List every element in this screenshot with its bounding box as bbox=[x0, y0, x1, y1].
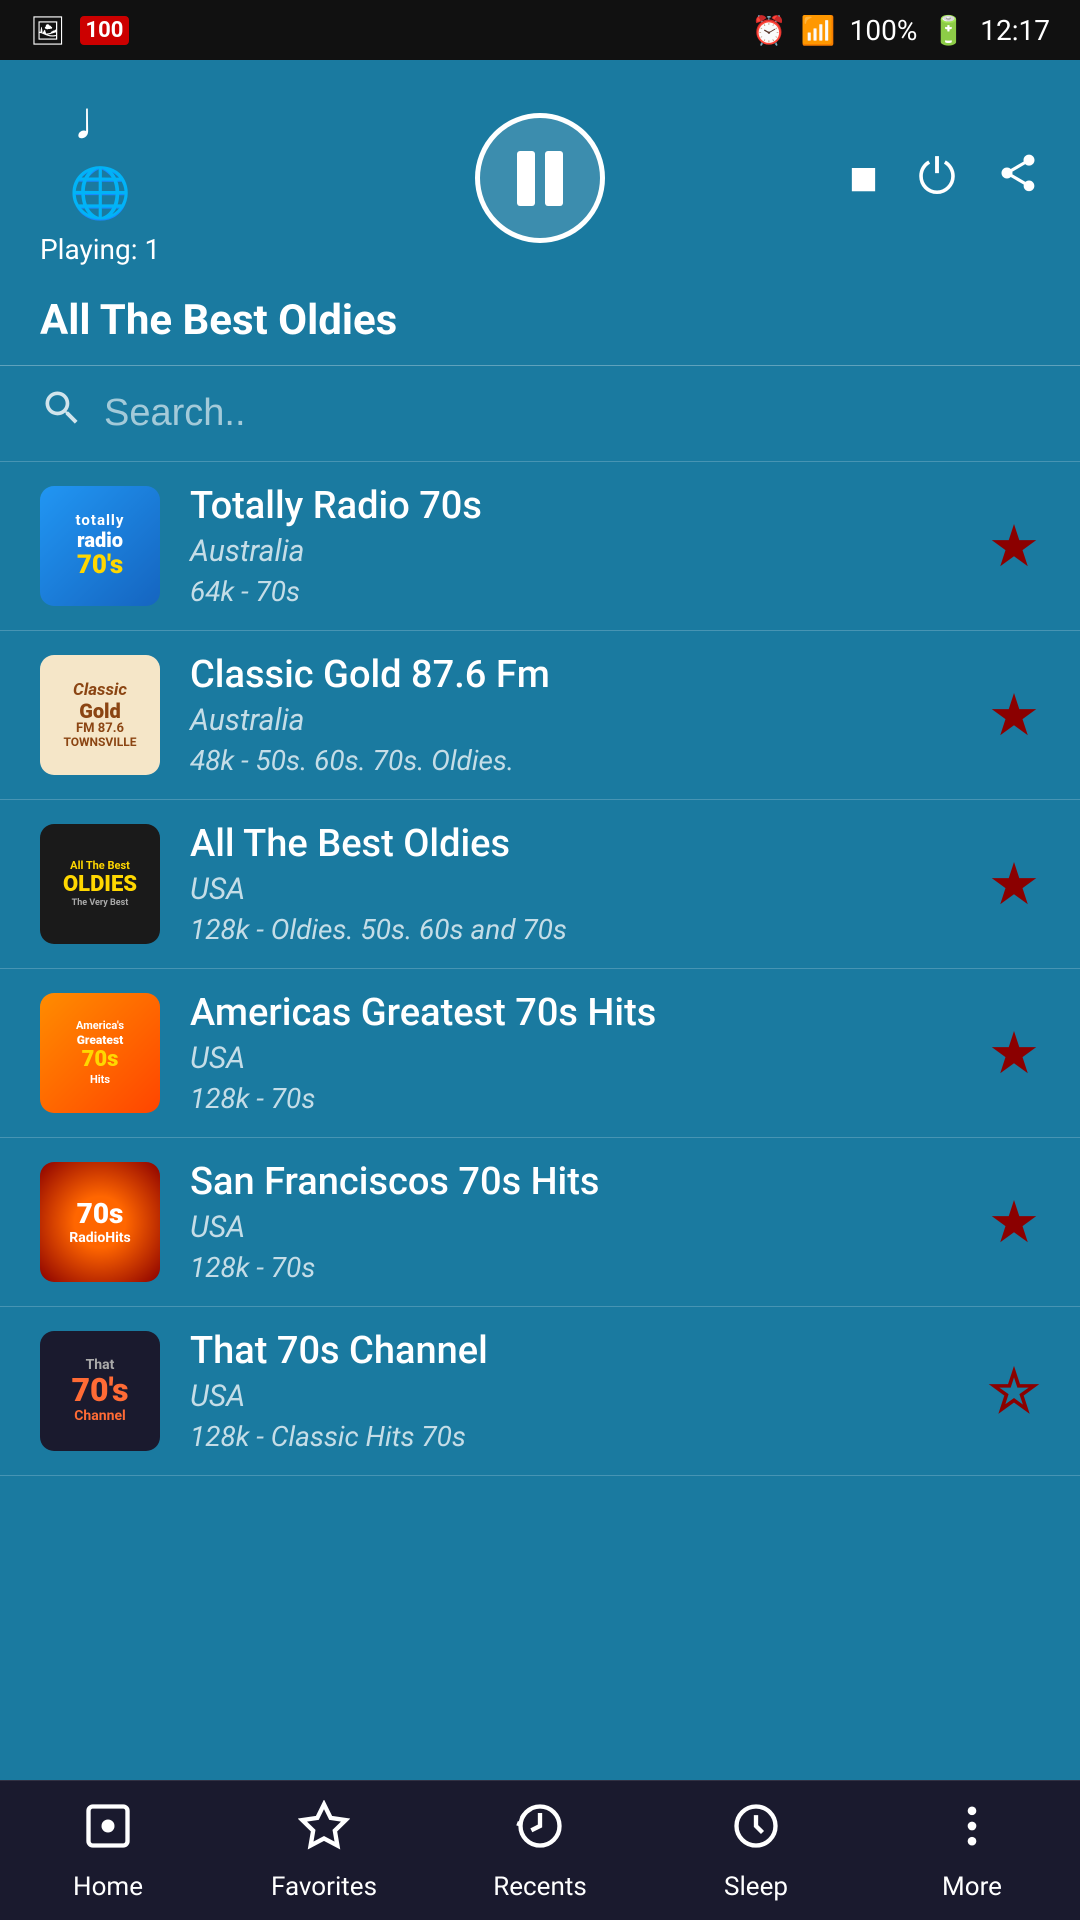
station-info: All The Best Oldies USA 128k - Oldies. 5… bbox=[190, 822, 958, 946]
radio-item[interactable]: ClassicGoldFM 87.6TOWNSVILLE Classic Gol… bbox=[0, 631, 1080, 800]
station-country: USA bbox=[190, 1041, 958, 1076]
radio-item[interactable]: 70sRadioHits San Franciscos 70s Hits USA… bbox=[0, 1138, 1080, 1307]
power-button[interactable]: ⏻ bbox=[918, 150, 956, 206]
station-name: That 70s Channel bbox=[190, 1329, 958, 1373]
stop-button[interactable]: ■ bbox=[849, 151, 878, 206]
nav-favorites[interactable]: Favorites bbox=[249, 1800, 399, 1902]
pause-bar-left bbox=[517, 151, 535, 206]
alarm-icon: ⏰ bbox=[752, 14, 787, 47]
radio-item[interactable]: America'sGreatest70sHits Americas Greate… bbox=[0, 969, 1080, 1138]
favorites-icon bbox=[298, 1800, 350, 1864]
time-display: 12:17 bbox=[980, 14, 1050, 47]
station-name: Classic Gold 87.6 Fm bbox=[190, 653, 958, 697]
radio-item[interactable]: That70'sChannel That 70s Channel USA 128… bbox=[0, 1307, 1080, 1476]
station-logo: 70sRadioHits bbox=[40, 1162, 160, 1282]
station-country: USA bbox=[190, 1210, 958, 1245]
station-meta: 128k - 70s bbox=[190, 1082, 958, 1115]
pause-bar-right bbox=[545, 151, 563, 206]
station-logo: America'sGreatest70sHits bbox=[40, 993, 160, 1113]
playing-label: Playing: 1 bbox=[40, 233, 160, 266]
share-button[interactable] bbox=[996, 151, 1040, 206]
station-name: San Franciscos 70s Hits bbox=[190, 1160, 958, 1204]
station-logo: totallyradio70's bbox=[40, 486, 160, 606]
favorite-star[interactable]: ★ bbox=[988, 1019, 1040, 1087]
favorite-star[interactable]: ★ bbox=[988, 1188, 1040, 1256]
search-icon bbox=[40, 386, 84, 441]
radio-item[interactable]: All The BestOLDIESThe Very Best All The … bbox=[0, 800, 1080, 969]
station-info: Americas Greatest 70s Hits USA 128k - 70… bbox=[190, 991, 958, 1115]
station-logo: That70'sChannel bbox=[40, 1331, 160, 1451]
battery-icon: 🔋 bbox=[931, 14, 966, 47]
nav-recents[interactable]: Recents bbox=[465, 1800, 615, 1902]
player-header: ♩ 🌐 Playing: 1 ■ ⏻ bbox=[0, 60, 1080, 286]
station-info: San Franciscos 70s Hits USA 128k - 70s bbox=[190, 1160, 958, 1284]
nav-recents-label: Recents bbox=[493, 1872, 587, 1902]
home-icon bbox=[82, 1800, 134, 1864]
music-note-icon: ♩ bbox=[73, 90, 127, 153]
search-bar bbox=[0, 366, 1080, 462]
station-name: Americas Greatest 70s Hits bbox=[190, 991, 958, 1035]
station-meta: 128k - 70s bbox=[190, 1251, 958, 1284]
nav-sleep[interactable]: Sleep bbox=[681, 1800, 831, 1902]
nav-home-label: Home bbox=[73, 1872, 143, 1902]
favorite-star[interactable]: ★ bbox=[988, 681, 1040, 749]
station-country: USA bbox=[190, 1379, 958, 1414]
radio-list: totallyradio70's Totally Radio 70s Austr… bbox=[0, 462, 1080, 1780]
main-content: ♩ 🌐 Playing: 1 ■ ⏻ All The Best Oldie bbox=[0, 60, 1080, 1780]
nav-sleep-label: Sleep bbox=[724, 1872, 788, 1902]
nav-home[interactable]: Home bbox=[33, 1800, 183, 1902]
station-country: Australia bbox=[190, 534, 958, 569]
radio-item[interactable]: totallyradio70's Totally Radio 70s Austr… bbox=[0, 462, 1080, 631]
status-bar: 🖼 100 ⏰ 📶 100% 🔋 12:17 bbox=[0, 0, 1080, 60]
player-center bbox=[475, 113, 605, 243]
sleep-icon bbox=[730, 1800, 782, 1864]
nav-more-label: More bbox=[942, 1872, 1002, 1902]
station-name: Totally Radio 70s bbox=[190, 484, 958, 528]
nav-favorites-label: Favorites bbox=[271, 1872, 377, 1902]
globe-icon: 🌐 bbox=[69, 165, 131, 223]
wifi-icon: 📶 bbox=[801, 14, 836, 47]
signal-strength: 100% bbox=[850, 14, 918, 47]
station-meta: 128k - Oldies. 50s. 60s and 70s bbox=[190, 913, 958, 946]
station-name: All The Best Oldies bbox=[190, 822, 958, 866]
station-meta: 64k - 70s bbox=[190, 575, 958, 608]
station-meta: 128k - Classic Hits 70s bbox=[190, 1420, 958, 1453]
station-meta: 48k - 50s. 60s. 70s. Oldies. bbox=[190, 744, 958, 777]
station-country: USA bbox=[190, 872, 958, 907]
photo-icon: 🖼 bbox=[30, 14, 66, 47]
favorite-star[interactable]: ★ bbox=[988, 850, 1040, 918]
radio-app-icon: 100 bbox=[80, 16, 130, 45]
station-logo: All The BestOLDIESThe Very Best bbox=[40, 824, 160, 944]
more-icon bbox=[946, 1800, 998, 1864]
current-station-title: All The Best Oldies bbox=[40, 296, 1040, 345]
favorite-star[interactable]: ☆ bbox=[988, 1357, 1040, 1425]
favorite-star[interactable]: ★ bbox=[988, 512, 1040, 580]
pause-button[interactable] bbox=[475, 113, 605, 243]
search-input[interactable] bbox=[104, 392, 1040, 435]
player-left: ♩ 🌐 Playing: 1 bbox=[40, 90, 160, 266]
recents-icon bbox=[514, 1800, 566, 1864]
station-info: That 70s Channel USA 128k - Classic Hits… bbox=[190, 1329, 958, 1453]
station-title-bar: All The Best Oldies bbox=[0, 286, 1080, 366]
station-logo: ClassicGoldFM 87.6TOWNSVILLE bbox=[40, 655, 160, 775]
station-info: Totally Radio 70s Australia 64k - 70s bbox=[190, 484, 958, 608]
station-info: Classic Gold 87.6 Fm Australia 48k - 50s… bbox=[190, 653, 958, 777]
station-country: Australia bbox=[190, 703, 958, 738]
nav-more[interactable]: More bbox=[897, 1800, 1047, 1902]
pause-icon bbox=[517, 151, 563, 206]
player-right: ■ ⏻ bbox=[849, 150, 1040, 206]
bottom-nav: Home Favorites Recents Sleep bbox=[0, 1780, 1080, 1920]
